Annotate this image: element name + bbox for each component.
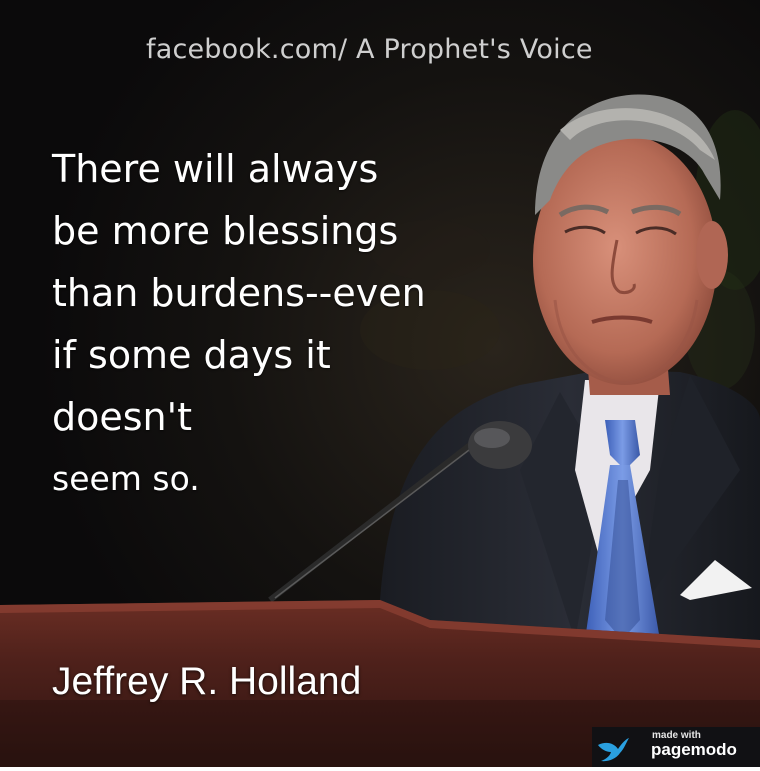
bottom-border [0,767,760,771]
quote-text: There will always be more blessings than… [52,138,482,510]
quote-line: seem so. [52,459,200,498]
quote-line: if some days it [52,333,331,377]
pagemodo-watermark: made with pagemodo [592,727,760,767]
source-caption: facebook.com/ A Prophet's Voice [146,34,593,65]
quote-image: facebook.com/ A Prophet's Voice There wi… [0,0,760,771]
quote-line: doesn't [52,395,192,439]
quote-author: Jeffrey R. Holland [52,660,362,703]
pagemodo-bird-icon [598,738,629,762]
watermark-brand: pagemodo [651,740,737,759]
quote-line: be more blessings [52,209,399,253]
quote-line: than burdens--even [52,271,426,315]
quote-line: There will always [52,147,379,191]
